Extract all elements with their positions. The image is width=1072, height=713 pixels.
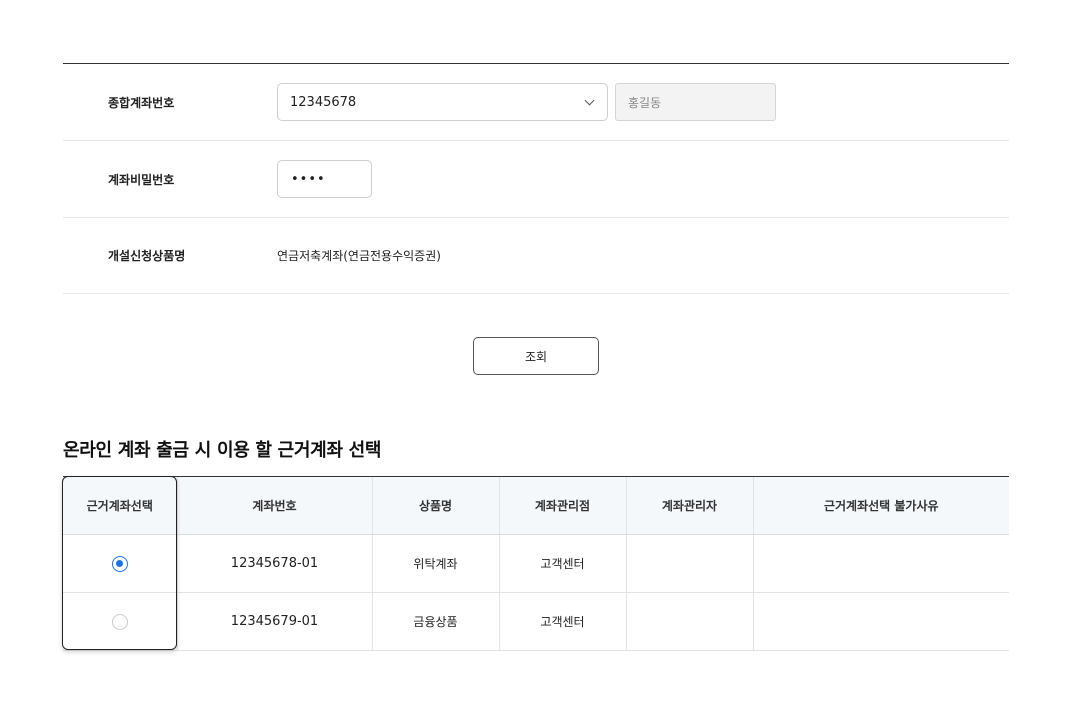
manager-cell (625, 592, 753, 651)
manager-cell (625, 534, 753, 593)
account-number-cell: 12345679-01 (176, 592, 372, 651)
row-select-cell (63, 592, 177, 651)
password-label: 계좌비밀번호 (108, 172, 175, 187)
column-header-account-no: 계좌번호 (176, 476, 372, 535)
account-number-cell: 12345678-01 (176, 534, 372, 593)
table-row: 12345679-01 금융상품 고객센터 (63, 592, 1009, 651)
owner-name-field: 홍길동 (615, 83, 776, 121)
row-select-cell (63, 534, 177, 593)
branch-cell: 고객센터 (498, 534, 626, 593)
column-header-product: 상품명 (371, 476, 499, 535)
form-row-product: 개설신청상품명 연금저축계좌(연금전용수익증권) (63, 218, 1009, 294)
product-cell: 위탁계좌 (371, 534, 499, 593)
account-number-select[interactable]: 12345678 (277, 83, 608, 121)
radio-button-selected[interactable] (111, 555, 128, 572)
table-row: 12345678-01 위탁계좌 고객센터 (63, 534, 1009, 593)
reason-cell (752, 592, 1009, 651)
column-header-branch: 계좌관리점 (498, 476, 626, 535)
section-title: 온라인 계좌 출금 시 이용 할 근거계좌 선택 (63, 440, 382, 461)
account-form: 종합계좌번호 12345678 홍길동 계좌비밀번호 •••• 개설신청상품명 … (63, 63, 1009, 294)
account-number-label: 종합계좌번호 (108, 95, 175, 110)
form-row-password: 계좌비밀번호 •••• (63, 141, 1009, 218)
product-name-value: 연금저축계좌(연금전용수익증권) (277, 249, 441, 263)
form-row-account: 종합계좌번호 12345678 홍길동 (63, 64, 1009, 141)
password-input[interactable]: •••• (277, 160, 372, 198)
chevron-down-icon (584, 95, 595, 105)
account-table-wrapper: 근거계좌선택 계좌번호 상품명 계좌관리점 계좌관리자 근거계좌선택 불가사유 … (63, 476, 1009, 651)
base-account-table: 근거계좌선택 계좌번호 상품명 계좌관리점 계좌관리자 근거계좌선택 불가사유 … (63, 476, 1009, 651)
column-header-select: 근거계좌선택 (63, 476, 177, 535)
search-button[interactable]: 조회 (473, 337, 599, 375)
radio-button[interactable] (111, 613, 128, 630)
reason-cell (752, 534, 1009, 593)
account-number-value: 12345678 (290, 94, 357, 110)
product-cell: 금융상품 (371, 592, 499, 651)
column-header-reason: 근거계좌선택 불가사유 (752, 476, 1009, 535)
column-header-manager: 계좌관리자 (625, 476, 753, 535)
table-header-row: 근거계좌선택 계좌번호 상품명 계좌관리점 계좌관리자 근거계좌선택 불가사유 (63, 476, 1009, 535)
branch-cell: 고객센터 (498, 592, 626, 651)
product-name-label: 개설신청상품명 (108, 249, 186, 263)
